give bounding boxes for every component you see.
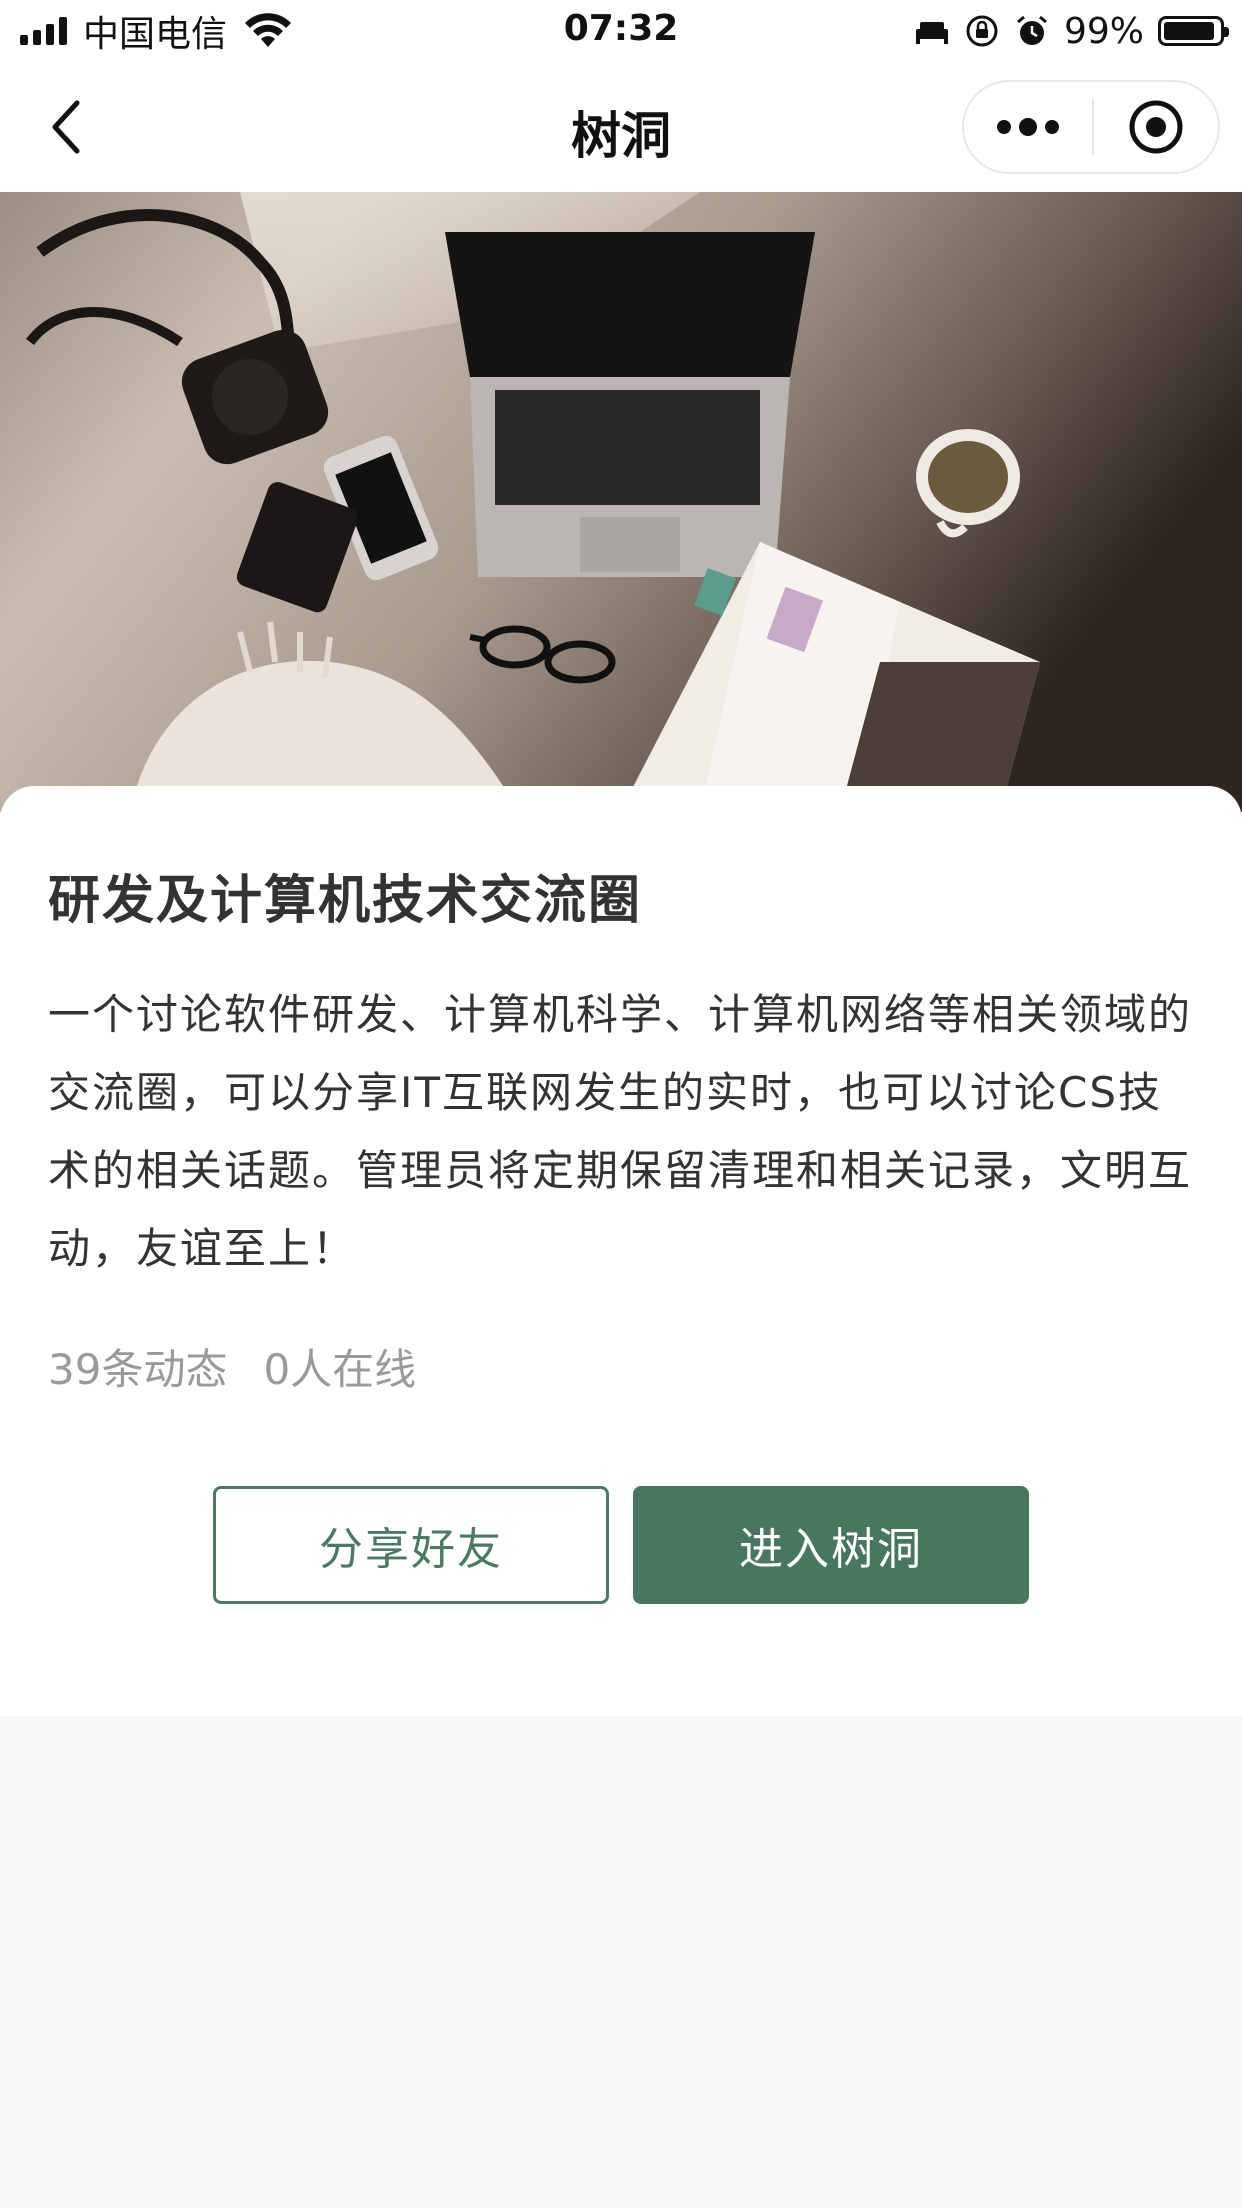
status-bar-right: 99% (914, 10, 1229, 52)
nav-bar: 树洞 (0, 62, 1242, 192)
circle-title: 研发及计算机技术交流圈 (48, 871, 643, 931)
status-bar: 中国电信 07:32 99% (0, 0, 1242, 62)
circle-info-card: 研发及计算机技术交流圈 一个讨论软件研发、计算机科学、计算机网络等相关领域的交流… (0, 786, 1242, 1716)
mini-program-capsule (962, 80, 1220, 174)
close-target-icon (1129, 100, 1183, 154)
circle-stats: 39条动态 0人在线 (48, 1336, 416, 1397)
more-dots-icon (997, 120, 1011, 134)
alarm-icon (1017, 15, 1047, 45)
orientation-lock-icon (966, 15, 998, 47)
online-count: 0人在线 (263, 1345, 417, 1394)
hero-image (0, 192, 1242, 812)
battery-icon (1158, 16, 1229, 46)
share-friends-button[interactable]: 分享好友 (213, 1486, 609, 1604)
post-count: 39条动态 (48, 1345, 228, 1394)
close-button[interactable] (1094, 82, 1218, 172)
desk-flatlay-image (0, 192, 1242, 812)
more-button[interactable] (964, 82, 1092, 172)
enter-treehole-button[interactable]: 进入树洞 (633, 1486, 1029, 1604)
battery-percent: 99% (1063, 10, 1144, 52)
bed-icon (915, 22, 948, 44)
circle-description: 一个讨论软件研发、计算机科学、计算机网络等相关领域的交流圈，可以分享IT互联网发… (48, 990, 1193, 1273)
